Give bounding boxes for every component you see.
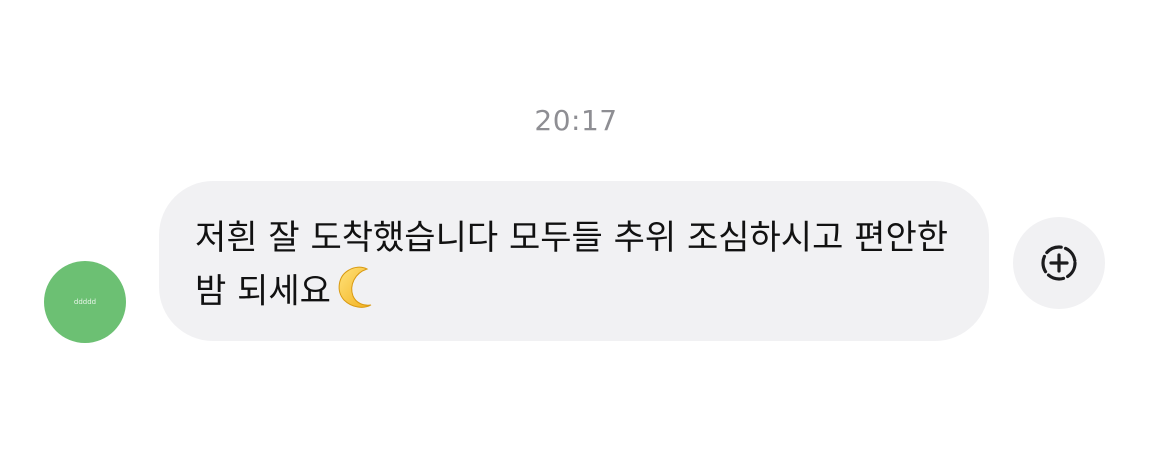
sender-avatar[interactable]: ddddd — [44, 261, 126, 343]
message-content: 저흰 잘 도착했습니다 모두들 추위 조심하시고 편안한 밤 되세요 — [195, 213, 953, 323]
avatar-label: ddddd — [73, 298, 97, 306]
message-text: 저흰 잘 도착했습니다 모두들 추위 조심하시고 편안한 밤 되세요 — [195, 218, 949, 312]
add-reaction-button[interactable] — [1013, 217, 1105, 309]
crescent-moon-icon — [333, 263, 379, 323]
add-reaction-icon — [1041, 245, 1077, 281]
message-bubble[interactable]: 저흰 잘 도착했습니다 모두들 추위 조심하시고 편안한 밤 되세요 — [159, 181, 989, 341]
message-timestamp: 20:17 — [534, 104, 618, 137]
